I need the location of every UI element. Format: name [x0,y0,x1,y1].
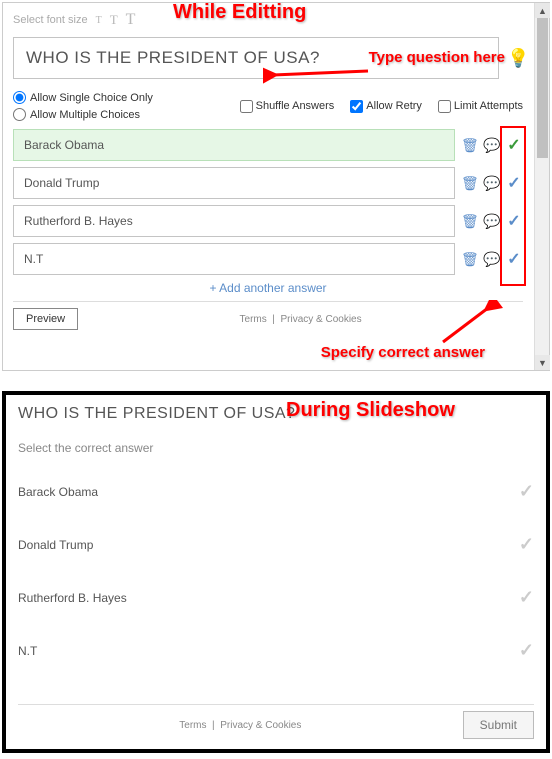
radio-multiple-label: Allow Multiple Choices [30,109,140,121]
font-large-button[interactable]: T [126,11,136,29]
answer-check-icon[interactable]: ✓ [519,481,534,502]
answer-check-icon[interactable]: ✓ [519,640,534,661]
font-size-label: Select font size [13,14,88,26]
comment-icon[interactable]: 💬 [483,175,499,192]
scroll-up-arrow[interactable]: ▲ [535,3,550,18]
correct-check-icon[interactable]: ✓ [505,249,523,269]
trash-icon[interactable]: 🗑 [461,213,477,230]
slideshow-content: WHO IS THE PRESIDENT OF USA? Select the … [6,395,546,749]
scroll-thumb[interactable] [537,18,548,158]
correct-check-icon[interactable]: ✓ [505,173,523,193]
check-shuffle[interactable]: Shuffle Answers [240,100,335,113]
slideshow-prompt: Select the correct answer [18,441,534,455]
check-limit-input[interactable] [438,100,451,113]
answer-input-0[interactable]: Barack Obama [13,129,455,161]
slideshow-answer-text: Barack Obama [18,485,98,499]
correct-check-icon[interactable]: ✓ [505,135,523,155]
slideshow-answer-row[interactable]: N.T ✓ [18,632,534,685]
lightbulb-icon[interactable]: 💡 [507,48,523,69]
answer-input-3[interactable]: N.T [13,243,455,275]
editor-content: Select font size T T T WHO IS THE PRESID… [3,3,533,370]
check-retry-label: Allow Retry [366,100,422,112]
radio-multiple-input[interactable] [13,108,26,121]
radio-single-input[interactable] [13,91,26,104]
editing-panel: While Editting Select font size T T T WH… [2,2,550,371]
trash-icon[interactable]: 🗑 [461,251,477,268]
comment-icon[interactable]: 💬 [483,251,499,268]
slideshow-answer-text: Donald Trump [18,538,93,552]
check-shuffle-input[interactable] [240,100,253,113]
add-answer-label: Add another answer [219,281,326,295]
answer-check-icon[interactable]: ✓ [519,587,534,608]
radio-single-choice[interactable]: Allow Single Choice Only [13,91,153,104]
check-limit-label: Limit Attempts [454,100,523,112]
footer-privacy[interactable]: Privacy & Cookies [280,314,361,325]
check-shuffle-label: Shuffle Answers [256,100,335,112]
slideshow-answers: Barack Obama ✓ Donald Trump ✓ Rutherford… [18,473,534,704]
footer-privacy[interactable]: Privacy & Cookies [220,720,301,731]
check-limit[interactable]: Limit Attempts [438,100,523,113]
answer-row: Donald Trump 🗑 💬 ✓ [13,167,523,199]
slideshow-panel: During Slideshow WHO IS THE PRESIDENT OF… [2,391,550,753]
footer-terms[interactable]: Terms [179,720,206,731]
font-medium-button[interactable]: T [110,12,118,28]
trash-icon[interactable]: 🗑 [461,175,477,192]
editor-footer: Preview Terms | Privacy & Cookies [13,301,523,330]
comment-icon[interactable]: 💬 [483,213,499,230]
answer-check-icon[interactable]: ✓ [519,534,534,555]
check-retry-input[interactable] [350,100,363,113]
trash-icon[interactable]: 🗑 [461,137,477,154]
answer-row: Barack Obama 🗑 💬 ✓ [13,129,523,161]
answer-input-2[interactable]: Rutherford B. Hayes [13,205,455,237]
check-retry[interactable]: Allow Retry [350,100,422,113]
font-small-button[interactable]: T [96,15,102,26]
plus-icon: + [209,281,216,295]
add-answer-link[interactable]: + Add another answer [13,281,523,295]
scroll-down-arrow[interactable]: ▼ [535,355,550,370]
slideshow-footer: Terms | Privacy & Cookies Submit [18,704,534,739]
options-row: Allow Single Choice Only Allow Multiple … [13,91,523,121]
submit-button[interactable]: Submit [463,711,534,739]
radio-multiple-choice[interactable]: Allow Multiple Choices [13,108,153,121]
answer-input-1[interactable]: Donald Trump [13,167,455,199]
slideshow-question: WHO IS THE PRESIDENT OF USA? [18,405,534,423]
answer-row: Rutherford B. Hayes 🗑 💬 ✓ [13,205,523,237]
slideshow-answer-row[interactable]: Donald Trump ✓ [18,526,534,579]
answer-row: N.T 🗑 💬 ✓ [13,243,523,275]
vertical-scrollbar[interactable]: ▲ ▼ [534,3,549,370]
annotation-specify-correct: Specify correct answer [321,344,485,362]
correct-check-icon[interactable]: ✓ [505,211,523,231]
slideshow-answer-row[interactable]: Rutherford B. Hayes ✓ [18,579,534,632]
slideshow-answer-text: Rutherford B. Hayes [18,591,127,605]
slideshow-answer-row[interactable]: Barack Obama ✓ [18,473,534,526]
font-toolbar: Select font size T T T [13,11,523,29]
comment-icon[interactable]: 💬 [483,137,499,154]
footer-terms[interactable]: Terms [240,314,267,325]
slideshow-answer-text: N.T [18,644,37,658]
radio-single-label: Allow Single Choice Only [30,92,153,104]
preview-button[interactable]: Preview [13,308,78,330]
question-input[interactable]: WHO IS THE PRESIDENT OF USA? [13,37,499,79]
answers-block: Barack Obama 🗑 💬 ✓ Donald Trump 🗑 💬 ✓ Ru… [13,129,523,275]
